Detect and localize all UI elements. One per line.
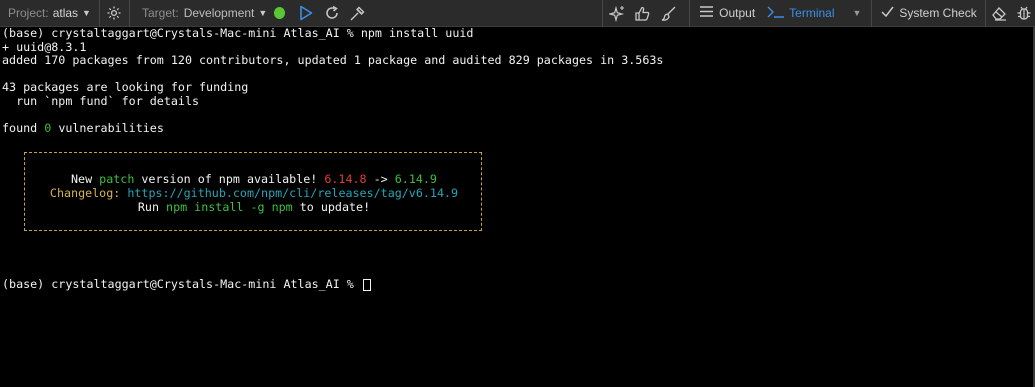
notice-text: New [71, 172, 100, 186]
terminal-line-fund-hint: run `npm fund` for details [2, 93, 200, 108]
checkmark-icon [881, 6, 894, 20]
notice-text: Run [137, 200, 167, 214]
system-check-label: System Check [899, 6, 977, 20]
notice-changelog-label: Changelog: [49, 186, 121, 200]
tab-output[interactable]: Output [700, 0, 755, 27]
menu-icon [700, 6, 714, 20]
notice-new-version: 6.14.9 [394, 172, 437, 186]
system-check-button[interactable]: System Check [881, 0, 977, 27]
vuln-prefix: found [2, 120, 45, 135]
npm-update-notice: New patch version of npm available! 6.14… [24, 152, 482, 231]
terminal-line-command: (base) crystaltaggart@Crystals-Mac-mini … [2, 26, 474, 40]
notice-line-update: Run npm install -g npm to update! [25, 200, 483, 214]
divider [689, 0, 691, 27]
target-selector[interactable]: Target: Development ▼ [142, 0, 267, 27]
notice-line-changelog: Changelog: https://github.com/npm/cli/re… [25, 186, 483, 200]
terminal-line-summary: added 170 packages from 120 contributors… [2, 53, 664, 67]
notice-update-command: npm install -g npm [166, 200, 293, 214]
eraser-icon[interactable] [986, 0, 1013, 27]
notice-text: version of npm available! [134, 172, 325, 186]
notice-old-version: 6.14.8 [324, 172, 367, 186]
thumbs-up-icon[interactable] [630, 0, 656, 27]
divider [871, 0, 873, 27]
project-label: Project: [8, 6, 49, 20]
status-indicator [274, 7, 286, 19]
target-label: Target: [142, 6, 179, 20]
chevron-down-icon: ▼ [82, 8, 91, 18]
build-tools-icon[interactable] [344, 0, 371, 27]
play-icon[interactable] [291, 0, 320, 27]
restart-icon[interactable] [321, 0, 345, 27]
vuln-suffix: vulnerabilities [51, 120, 164, 135]
notice-changelog-url[interactable]: https://github.com/npm/cli/releases/tag/… [127, 186, 458, 200]
sparkle-ai-icon[interactable] [605, 0, 631, 27]
project-selector[interactable]: Project: atlas ▼ [8, 0, 91, 27]
tab-terminal[interactable]: Terminal [767, 0, 835, 27]
terminal-prompt-icon [767, 6, 785, 21]
bug-icon[interactable] [1013, 0, 1035, 27]
notice-arrow: -> [366, 172, 395, 186]
project-value: atlas [52, 6, 79, 20]
terminal-line-package: + uuid@8.3.1 [2, 39, 87, 54]
notice-patch: patch [99, 172, 135, 186]
chevron-down-icon: ▼ [258, 8, 268, 18]
terminal-prompt-line: (base) crystaltaggart@Crystals-Mac-mini … [2, 277, 371, 292]
terminal-line-funding: 43 packages are looking for funding [2, 80, 249, 94]
terminal-prompt: (base) crystaltaggart@Crystals-Mac-mini … [2, 277, 361, 291]
chevron-down-icon[interactable]: ▼ [853, 8, 862, 18]
notice-line-version: New patch version of npm available! 6.14… [25, 172, 483, 186]
tab-output-label: Output [719, 6, 756, 20]
gear-icon[interactable] [100, 0, 129, 27]
terminal-line-vulnerabilities: found 0 vulnerabilities [2, 120, 164, 136]
brush-icon[interactable] [656, 0, 682, 27]
notice-text: to update! [292, 200, 371, 214]
tab-terminal-label: Terminal [789, 6, 835, 20]
divider [129, 0, 130, 27]
top-toolbar: Project: atlas ▼ Target: Development ▼ O… [0, 0, 1035, 27]
terminal-cursor [362, 278, 371, 291]
target-value: Development [183, 6, 255, 20]
divider [601, 0, 603, 27]
